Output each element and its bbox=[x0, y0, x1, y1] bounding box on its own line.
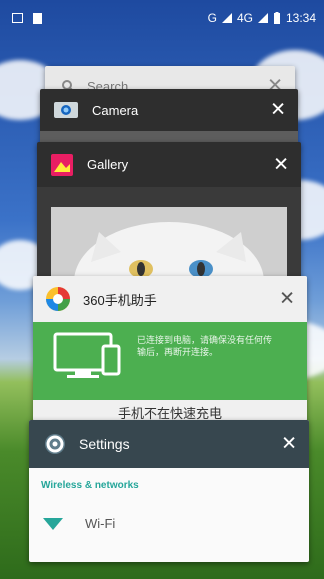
section-header: Wireless & networks bbox=[41, 480, 139, 491]
card-title-settings: Settings bbox=[79, 436, 130, 452]
close-icon[interactable]: ✕ bbox=[281, 435, 297, 454]
status-bar: G 4G 13:34 bbox=[12, 9, 316, 27]
signal-icon-2 bbox=[257, 13, 268, 23]
connect-text-line1: 已连接到电脑，请确保没有任何传 bbox=[137, 335, 273, 345]
document-icon bbox=[33, 12, 42, 24]
recent-apps-screen: G 4G 13:34 Search ✕ Camera ✕ Gallery ✕ 3… bbox=[0, 0, 324, 579]
wifi-label: Wi-Fi bbox=[85, 515, 116, 531]
app-360-icon bbox=[46, 287, 70, 311]
card-title-camera: Camera bbox=[92, 102, 139, 118]
settings-gear-icon bbox=[45, 434, 65, 454]
settings-item-wifi[interactable]: Wi-Fi bbox=[29, 515, 309, 531]
signal-type-g: G bbox=[207, 11, 217, 25]
recent-card-camera[interactable]: Camera ✕ bbox=[40, 89, 298, 149]
recent-card-gallery[interactable]: Gallery ✕ bbox=[37, 142, 301, 297]
close-icon[interactable]: ✕ bbox=[273, 155, 289, 174]
recent-card-360[interactable]: 360手机助手 ✕ 已连接到电脑，请确保没有任何传 输后，再断开连接。 手机不在… bbox=[33, 276, 307, 421]
battery-icon bbox=[273, 12, 280, 24]
screenshot-icon bbox=[12, 12, 23, 23]
clock: 13:34 bbox=[285, 11, 316, 25]
close-icon[interactable]: ✕ bbox=[270, 101, 286, 120]
signal-type-4g: 4G bbox=[236, 11, 253, 25]
connect-text-line2: 输后，再断开连接。 bbox=[137, 347, 219, 357]
signal-icon bbox=[221, 13, 232, 23]
recent-card-settings[interactable]: Settings ✕ Wireless & networks Wi-Fi bbox=[29, 420, 309, 562]
charging-text: 手机不在快速充电 bbox=[117, 406, 222, 421]
close-icon[interactable]: ✕ bbox=[279, 290, 295, 309]
computer-phone-icon bbox=[53, 332, 121, 378]
app-360-preview: 已连接到电脑，请确保没有任何传 输后，再断开连接。 bbox=[33, 322, 307, 400]
card-title-gallery: Gallery bbox=[87, 157, 129, 172]
card-title-360: 360手机助手 bbox=[83, 292, 157, 308]
wifi-icon bbox=[43, 518, 63, 530]
gallery-icon bbox=[51, 153, 73, 176]
camera-icon bbox=[54, 102, 78, 118]
